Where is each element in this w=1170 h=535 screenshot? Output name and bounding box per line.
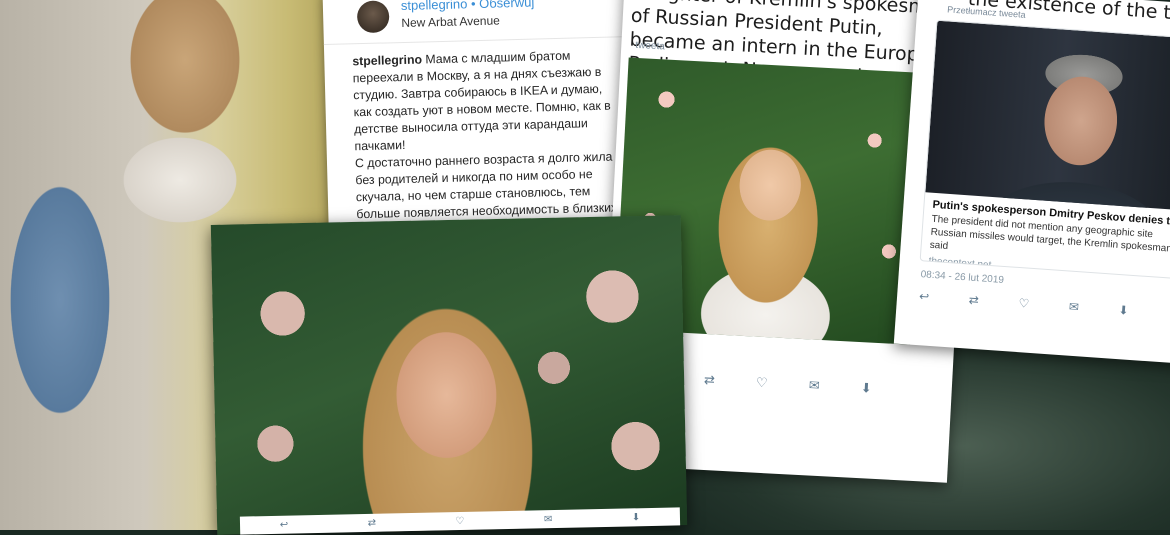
front-photo-woman	[210, 215, 688, 535]
post-location[interactable]: New Arbat Avenue	[401, 13, 500, 30]
avatar[interactable]	[356, 0, 390, 34]
link-preview-photo	[925, 20, 1170, 211]
save-icon[interactable]: ⬇	[860, 380, 872, 397]
like-icon[interactable]: ♡	[455, 515, 464, 526]
post-header: stpellegrino • Обserwuj New Arbat Avenue	[322, 0, 632, 46]
reply-icon[interactable]: ↩	[919, 289, 930, 304]
retweet-icon[interactable]: ⇄	[968, 293, 979, 308]
message-icon[interactable]: ✉	[544, 514, 553, 525]
tweet-card-right: the existence of the target list. Przetł…	[893, 0, 1170, 364]
post-caption: stpellegrino Мама с младшим братом перее…	[352, 46, 619, 240]
translate-tweet-link[interactable]: tweeta	[635, 40, 665, 53]
link-preview-card[interactable]: Putin's spokesperson Dmitry Peskov denie…	[919, 19, 1170, 280]
save-icon[interactable]: ⬇	[632, 512, 641, 523]
retweet-icon[interactable]: ⇄	[704, 372, 716, 389]
retweet-icon[interactable]: ⇄	[368, 517, 377, 528]
message-icon[interactable]: ✉	[1068, 300, 1079, 315]
reply-icon[interactable]: ↩	[280, 519, 289, 530]
like-icon[interactable]: ♡	[756, 375, 768, 392]
save-icon[interactable]: ⬇	[1118, 303, 1129, 318]
tweet-actions: ↩ ⇄ ♡ ✉ ⬇	[652, 369, 873, 396]
message-icon[interactable]: ✉	[808, 377, 820, 394]
username-follow[interactable]: stpellegrino • Обserwuj	[401, 0, 535, 13]
tweet-timestamp[interactable]: 08:34 - 26 lut 2019	[920, 269, 1004, 286]
caption-username[interactable]: stpellegrino	[352, 52, 422, 68]
tweet-actions: ↩ ⇄ ♡ ✉ ⬇	[919, 289, 1129, 318]
like-icon[interactable]: ♡	[1018, 296, 1030, 311]
